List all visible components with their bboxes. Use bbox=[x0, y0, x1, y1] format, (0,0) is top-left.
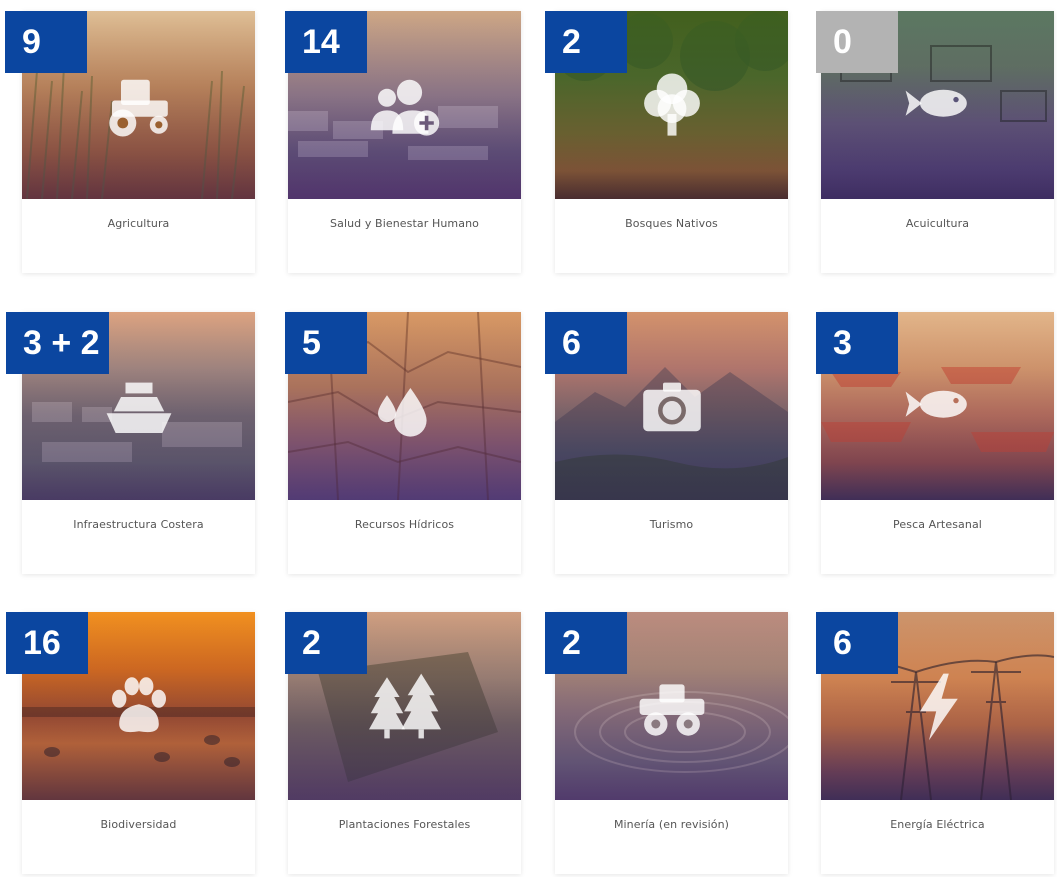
card-label: Minería (en revisión) bbox=[613, 818, 730, 831]
count-badge: 5 bbox=[285, 312, 367, 374]
count-badge: 3 + 2 bbox=[6, 312, 109, 374]
count-badge: 14 bbox=[285, 11, 367, 73]
count-badge: 3 bbox=[816, 312, 898, 374]
count-badge: 16 bbox=[6, 612, 88, 674]
count-badge: 2 bbox=[545, 11, 627, 73]
count-badge: 9 bbox=[5, 11, 87, 73]
card-label: Agricultura bbox=[107, 217, 170, 230]
card-label: Turismo bbox=[649, 518, 694, 531]
count-badge: 2 bbox=[285, 612, 367, 674]
count-badge: 6 bbox=[545, 312, 627, 374]
card-label: Acuicultura bbox=[905, 217, 970, 230]
card-label: Plantaciones Forestales bbox=[338, 818, 471, 831]
fish-icon bbox=[893, 60, 983, 150]
card-label: Pesca Artesanal bbox=[893, 518, 982, 531]
count-badge: 2 bbox=[545, 612, 627, 674]
truck-icon bbox=[627, 661, 717, 751]
people-plus-icon bbox=[360, 60, 450, 150]
card-label: Infraestructura Costera bbox=[73, 518, 204, 531]
lightning-icon bbox=[893, 661, 983, 751]
tree-icon bbox=[627, 60, 717, 150]
count-badge: 6 bbox=[816, 612, 898, 674]
card-label: Biodiversidad bbox=[100, 818, 177, 831]
card-label: Bosques Nativos bbox=[625, 217, 718, 230]
card-label: Recursos Hídricos bbox=[354, 518, 455, 531]
fish-icon bbox=[893, 361, 983, 451]
tractor-icon bbox=[94, 60, 184, 150]
camera-icon bbox=[627, 361, 717, 451]
ship-icon bbox=[94, 361, 184, 451]
paw-icon bbox=[94, 661, 184, 751]
card-label: Energía Eléctrica bbox=[890, 818, 985, 831]
pine-trees-icon bbox=[360, 661, 450, 751]
count-badge: 0 bbox=[816, 11, 898, 73]
water-drops-icon bbox=[360, 361, 450, 451]
card-label: Salud y Bienestar Humano bbox=[330, 217, 479, 230]
